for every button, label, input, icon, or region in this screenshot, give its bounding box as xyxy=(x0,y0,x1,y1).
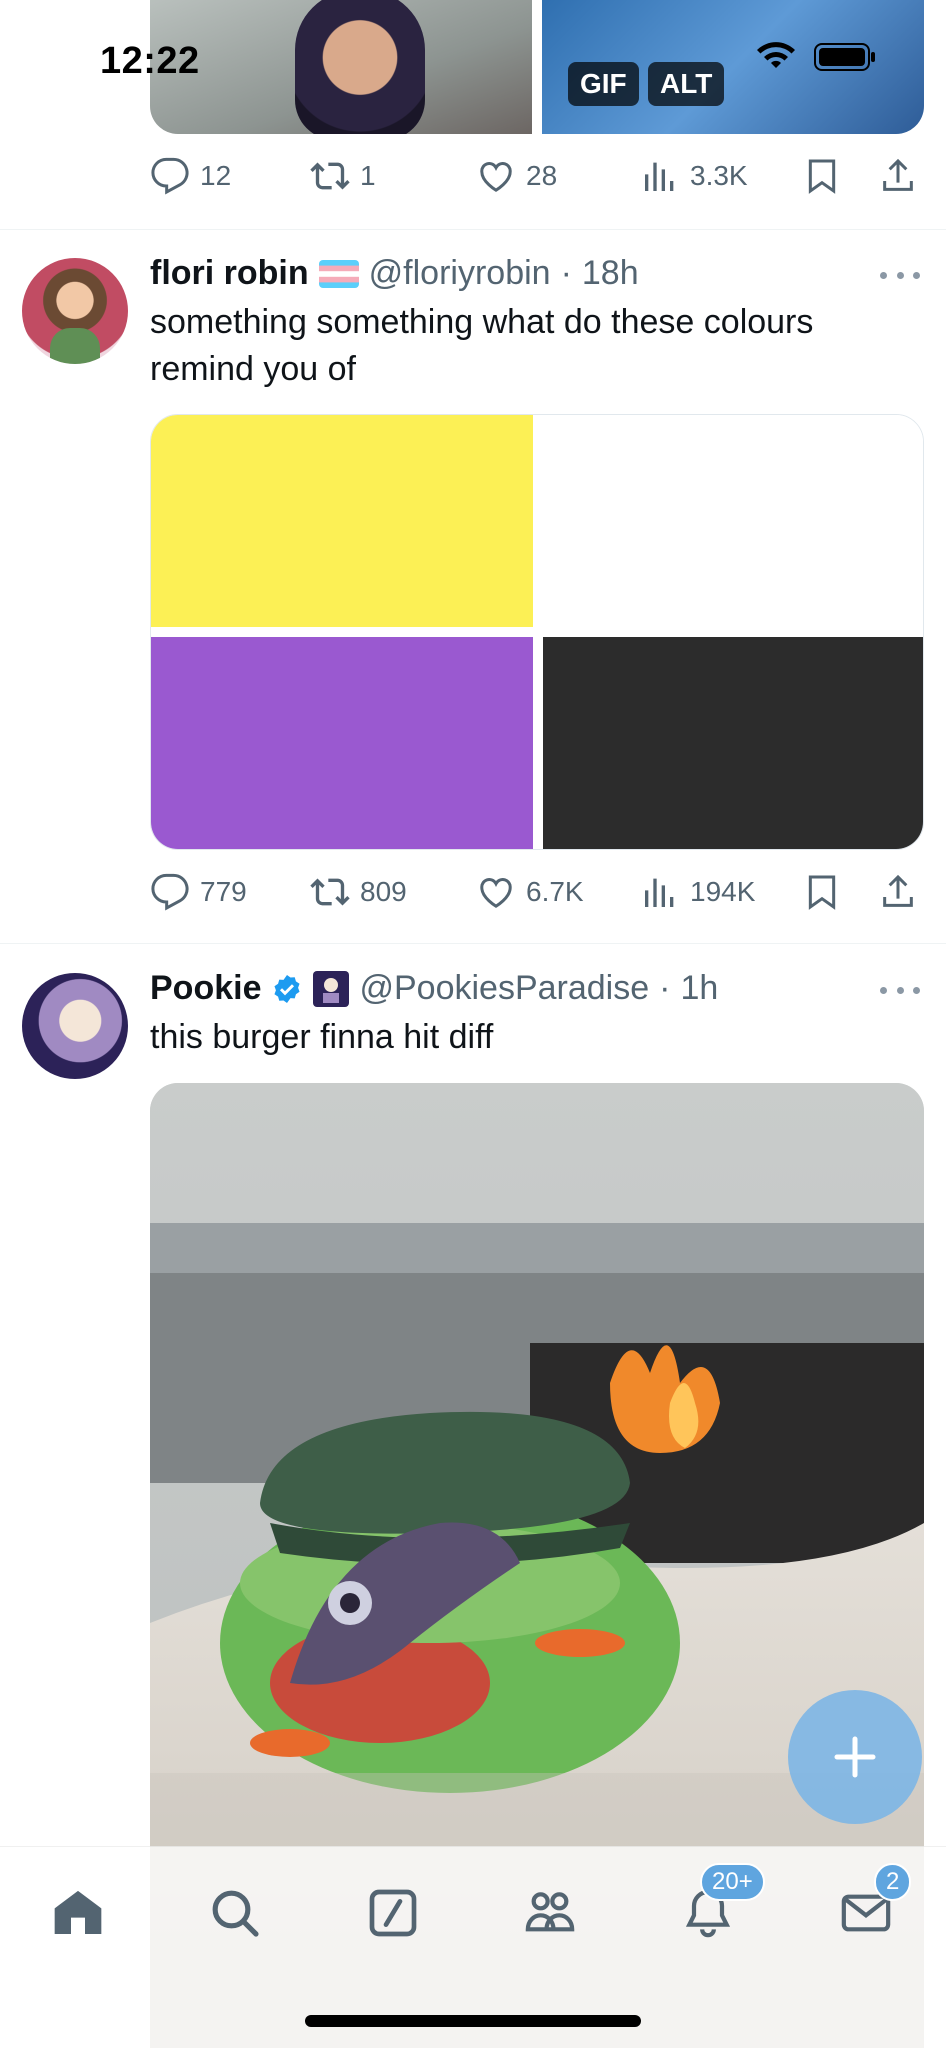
nav-messages[interactable]: 2 xyxy=(838,1863,912,1941)
reply-button[interactable]: 779 xyxy=(150,872,247,912)
bookmark-icon xyxy=(808,875,836,910)
views-icon xyxy=(645,162,674,191)
like-button[interactable]: 28 xyxy=(476,156,557,196)
top-tweet-actions: 12 1 28 3.3K xyxy=(150,154,924,198)
notifications-badge: 20+ xyxy=(700,1863,765,1901)
affiliate-badge-icon xyxy=(313,970,350,1007)
tweet-text: something something what do these colour… xyxy=(150,303,814,388)
views-button[interactable]: 194K xyxy=(640,872,755,912)
image-purple[interactable] xyxy=(151,637,533,849)
search-icon xyxy=(212,1890,259,1937)
media-video-thumbnail[interactable] xyxy=(150,0,532,134)
display-name[interactable]: flori robin xyxy=(150,254,309,293)
avatar[interactable] xyxy=(22,258,128,364)
heart-icon xyxy=(480,878,512,908)
home-icon xyxy=(54,1890,102,1934)
wifi-icon xyxy=(757,42,795,68)
status-time: 12:22 xyxy=(100,40,200,82)
share-button[interactable] xyxy=(878,156,918,196)
grok-icon xyxy=(369,1889,417,1937)
heart-icon xyxy=(480,162,512,192)
handle[interactable]: @floriyrobin xyxy=(369,254,551,293)
home-indicator xyxy=(305,2015,641,2027)
compose-button[interactable] xyxy=(788,1690,922,1824)
handle[interactable]: @PookiesParadise xyxy=(359,969,649,1008)
verified-badge-icon xyxy=(274,974,301,1003)
views-icon xyxy=(645,878,674,907)
tweet-image-grid[interactable] xyxy=(150,414,924,850)
status-icons xyxy=(756,42,876,72)
nav-home[interactable] xyxy=(50,1885,106,1941)
battery-icon xyxy=(814,43,875,71)
alt-badge[interactable]: ALT xyxy=(648,62,725,106)
bookmark-button[interactable] xyxy=(802,156,842,196)
tweet-header: flori robin @floriyrobin · 18h xyxy=(150,254,639,293)
communities-icon xyxy=(525,1892,575,1932)
repost-count: 1 xyxy=(360,160,376,191)
separator-dot: · xyxy=(560,254,572,292)
tweet-text: this burger finna hit diff xyxy=(150,1018,494,1056)
nav-grok[interactable] xyxy=(365,1885,421,1941)
tweet-divider xyxy=(0,943,946,944)
nav-communities[interactable] xyxy=(522,1885,578,1941)
bookmark-icon xyxy=(808,159,836,194)
repost-count: 809 xyxy=(360,876,407,907)
like-count: 6.7K xyxy=(526,876,584,907)
reply-icon xyxy=(151,873,189,911)
repost-icon xyxy=(310,878,350,906)
display-name[interactable]: Pookie xyxy=(150,969,261,1008)
tweet-actions: 779 809 6.7K 194K xyxy=(150,870,924,914)
gif-badge: GIF xyxy=(568,62,639,106)
tweet-divider xyxy=(0,229,946,230)
bookmark-button[interactable] xyxy=(802,872,842,912)
reply-count: 12 xyxy=(200,160,232,191)
image-yellow[interactable] xyxy=(151,415,533,627)
views-count: 3.3K xyxy=(690,160,748,191)
nav-notifications[interactable]: 20+ xyxy=(680,1863,765,1941)
plus-icon xyxy=(834,1736,876,1778)
tweet-header: Pookie @PookiesParadise · 1h xyxy=(150,969,718,1008)
share-button[interactable] xyxy=(878,872,918,912)
reply-button[interactable]: 12 xyxy=(150,156,231,196)
more-options-icon[interactable] xyxy=(880,272,920,279)
views-count: 194K xyxy=(690,876,756,907)
like-button[interactable]: 6.7K xyxy=(476,872,584,912)
reply-icon xyxy=(151,157,189,195)
reply-count: 779 xyxy=(200,876,247,907)
like-count: 28 xyxy=(526,160,558,191)
timestamp[interactable]: 1h xyxy=(680,969,718,1008)
share-icon xyxy=(883,874,913,907)
timestamp[interactable]: 18h xyxy=(582,254,639,293)
image-black[interactable] xyxy=(543,637,923,849)
views-button[interactable]: 3.3K xyxy=(640,156,748,196)
repost-button[interactable]: 1 xyxy=(310,156,376,196)
messages-badge: 2 xyxy=(874,1863,912,1901)
nav-search[interactable] xyxy=(207,1885,263,1941)
image-white[interactable] xyxy=(543,415,923,627)
separator-dot: · xyxy=(659,969,671,1007)
trans-flag-icon xyxy=(318,259,359,288)
avatar[interactable] xyxy=(22,973,128,1079)
more-options-icon[interactable] xyxy=(880,987,920,994)
repost-button[interactable]: 809 xyxy=(310,872,407,912)
share-icon xyxy=(883,158,913,191)
repost-icon xyxy=(310,162,350,190)
